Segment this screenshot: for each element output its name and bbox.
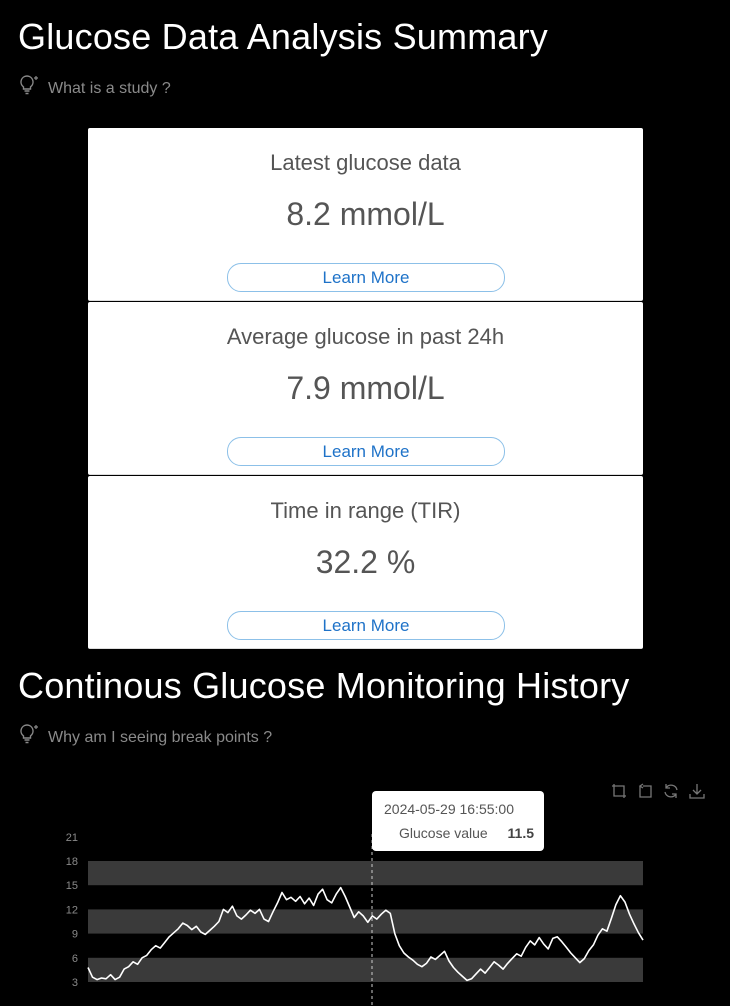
average-glucose-card: Average glucose in past 24h 7.9 mmol/L L…	[88, 302, 643, 475]
zoom-reset-icon[interactable]	[636, 782, 654, 800]
target-range-band	[88, 909, 643, 934]
zoom-icon[interactable]	[610, 782, 628, 800]
y-tick-label: 18	[66, 856, 78, 868]
y-tick-label: 6	[72, 953, 78, 965]
lightbulb-icon	[18, 723, 42, 752]
chart-toolbox	[610, 782, 706, 800]
time-in-range-card: Time in range (TIR) 32.2 % Learn More	[88, 476, 643, 649]
card-value: 8.2 mmol/L	[286, 196, 445, 232]
history-title: Continous Glucose Monitoring History	[18, 665, 630, 706]
summary-title: Glucose Data Analysis Summary	[18, 16, 548, 57]
card-title: Average glucose in past 24h	[226, 324, 505, 349]
y-tick-label: 9	[72, 929, 78, 941]
card-title: Time in range (TIR)	[270, 498, 461, 523]
y-tick-label: 12	[66, 904, 78, 916]
tooltip-series-name: Glucose value	[399, 825, 488, 841]
learn-more-button[interactable]: Learn More	[227, 263, 505, 292]
break-points-hint-text: Why am I seeing break points ?	[48, 728, 273, 746]
tooltip-date: 2024-05-29 16:55:00	[384, 801, 514, 817]
y-tick-label: 15	[66, 880, 78, 892]
chart-tooltip: 2024-05-29 16:55:00 Glucose value 11.5	[372, 791, 544, 851]
break-points-hint[interactable]: Why am I seeing break points ?	[18, 723, 272, 752]
lightbulb-icon	[18, 74, 42, 103]
restore-icon[interactable]	[662, 782, 680, 800]
y-tick-label: 21	[66, 832, 78, 844]
target-range-band	[88, 861, 643, 886]
y-tick-label: 3	[72, 977, 78, 989]
card-value: 32.2 %	[315, 544, 416, 580]
study-hint[interactable]: What is a study ?	[18, 74, 171, 103]
glucose-history-chart[interactable]: 3 6 9 12 15 18 21	[0, 800, 730, 1006]
study-hint-text: What is a study ?	[48, 79, 171, 97]
target-range-band	[88, 957, 643, 982]
tooltip-value: 11.5	[507, 825, 534, 841]
learn-more-button[interactable]: Learn More	[227, 437, 505, 466]
latest-glucose-card: Latest glucose data 8.2 mmol/L Learn Mor…	[88, 128, 643, 301]
card-title: Latest glucose data	[270, 150, 461, 175]
learn-more-button[interactable]: Learn More	[227, 611, 505, 640]
card-value: 7.9 mmol/L	[286, 370, 445, 406]
save-image-icon[interactable]	[688, 782, 706, 800]
